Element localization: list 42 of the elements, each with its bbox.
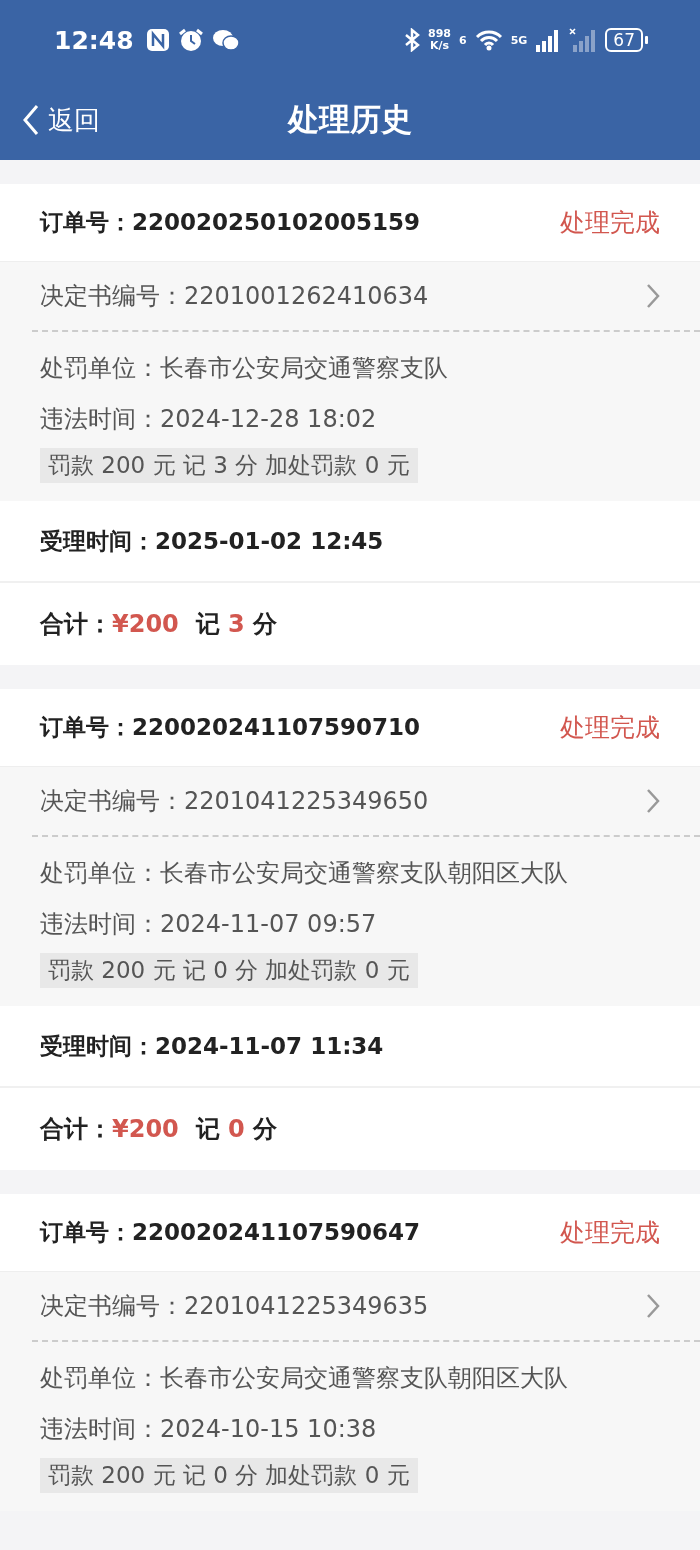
order-number: 订单号：220020250102005159 <box>40 208 421 237</box>
accept-time: 受理时间：2025-01-02 12:45 <box>40 526 384 556</box>
decision-number: 决定书编号：2201041225349650 <box>40 786 429 817</box>
nfc-icon <box>145 28 170 52</box>
speed-unit: K/s <box>430 40 450 52</box>
back-chevron-icon <box>22 104 40 136</box>
chat-icon <box>211 28 240 52</box>
order-number: 订单号：220020241107590647 <box>40 1218 421 1247</box>
accept-time: 受理时间：2024-11-07 11:34 <box>40 1031 384 1061</box>
network-label: 5G <box>510 33 528 47</box>
order-status: 处理完成 <box>560 207 660 239</box>
decision-row[interactable]: 决定书编号：2201041225349635 <box>32 1272 700 1342</box>
bluetooth-icon <box>404 28 421 52</box>
penalty-unit: 处罚单位：长春市公安局交通警察支队朝阳区大队 <box>40 1362 568 1394</box>
fine-summary: 罚款 200 元 记 3 分 加处罚款 0 元 <box>40 448 418 483</box>
chevron-right-icon <box>646 1293 660 1319</box>
total-text: 合计：¥200 记 0 分 <box>40 1114 277 1145</box>
back-button[interactable]: 返回 <box>0 101 106 139</box>
chevron-right-icon <box>646 283 660 309</box>
decision-row[interactable]: 决定书编号：2201001262410634 <box>32 262 700 332</box>
speed-value: 898 <box>428 28 451 40</box>
total-text: 合计：¥200 记 3 分 <box>40 609 277 640</box>
violation-time: 违法时间：2024-11-07 09:57 <box>40 908 377 940</box>
penalty-unit: 处罚单位：长春市公安局交通警察支队 <box>40 352 448 384</box>
order-number: 订单号：220020241107590710 <box>40 713 421 742</box>
status-time: 12:48 <box>54 25 134 55</box>
violation-time: 违法时间：2024-10-15 10:38 <box>40 1413 377 1445</box>
no-signal-icon <box>569 28 598 52</box>
wifi-icon <box>474 29 503 51</box>
chevron-right-icon <box>646 788 660 814</box>
violation-time: 违法时间：2024-12-28 18:02 <box>40 403 377 435</box>
decision-number: 决定书编号：2201001262410634 <box>40 281 429 312</box>
alarm-icon <box>177 28 204 52</box>
decision-number: 决定书编号：2201041225349635 <box>40 1291 429 1322</box>
decision-row[interactable]: 决定书编号：2201041225349650 <box>32 767 700 837</box>
order-status: 处理完成 <box>560 1217 660 1249</box>
fine-summary: 罚款 200 元 记 0 分 加处罚款 0 元 <box>40 953 418 988</box>
page-title: 处理历史 <box>288 101 412 137</box>
fine-summary: 罚款 200 元 记 0 分 加处罚款 0 元 <box>40 1458 418 1493</box>
order-status: 处理完成 <box>560 712 660 744</box>
wifi-label: 6 <box>459 33 467 47</box>
penalty-unit: 处罚单位：长春市公安局交通警察支队朝阳区大队 <box>40 857 568 889</box>
